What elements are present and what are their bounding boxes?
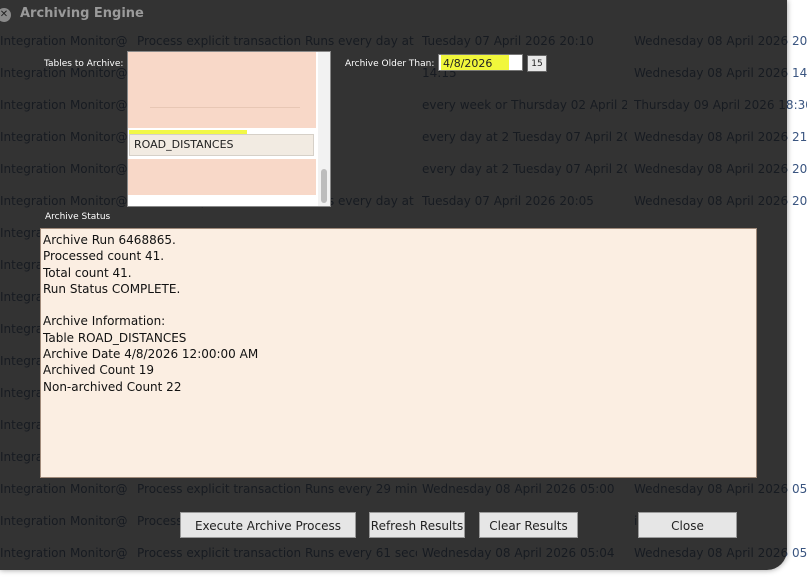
archive-status-textarea[interactable]: Archive Run 6468865. Processed count 41. T…: [40, 228, 757, 478]
status-line: Run Status COMPLETE.: [43, 281, 181, 296]
list-item[interactable]: [128, 118, 316, 128]
scrollbar-thumb[interactable]: [321, 169, 327, 203]
calendar-button[interactable]: 15: [527, 55, 547, 72]
clear-results-button[interactable]: Clear Results: [479, 512, 578, 538]
status-line: Total count 41.: [43, 265, 132, 280]
calendar-icon: 15: [531, 59, 543, 69]
execute-archive-button[interactable]: Execute Archive Process: [180, 512, 356, 538]
title-bar: ✕ Archiving Engine: [0, 0, 787, 28]
archiving-engine-dialog: ✕ Archiving Engine Tables to Archive: RO…: [0, 0, 787, 570]
tables-to-archive-label: Tables to Archive:: [44, 59, 124, 69]
list-scrollbar[interactable]: [318, 52, 330, 206]
status-line: Archive Information:: [43, 314, 166, 329]
status-line: Archive Run 6468865.: [43, 233, 176, 247]
archive-date-input[interactable]: 4/8/2026: [438, 54, 523, 71]
archive-status-label: Archive Status: [45, 212, 111, 222]
status-line: [43, 297, 754, 313]
status-line: Archive Date 4/8/2026 12:00:00 AM: [43, 347, 259, 362]
close-button[interactable]: Close: [638, 512, 737, 538]
list-item-road-distances[interactable]: ROAD_DISTANCES: [129, 134, 314, 156]
dialog-title: Archiving Engine: [20, 6, 144, 21]
archive-older-than-label: Archive Older Than:: [345, 59, 435, 69]
status-line: Table ROAD_DISTANCES: [43, 330, 187, 345]
list-item[interactable]: [128, 159, 316, 195]
status-line: Non-archived Count 22: [43, 379, 182, 394]
list-divider: [150, 107, 300, 108]
status-line: Processed count 41.: [43, 249, 165, 264]
refresh-results-button[interactable]: Refresh Results: [369, 512, 465, 538]
tables-listbox[interactable]: ROAD_DISTANCES: [127, 51, 331, 207]
close-icon[interactable]: ✕: [0, 8, 11, 22]
status-line: Archived Count 19: [43, 363, 155, 378]
